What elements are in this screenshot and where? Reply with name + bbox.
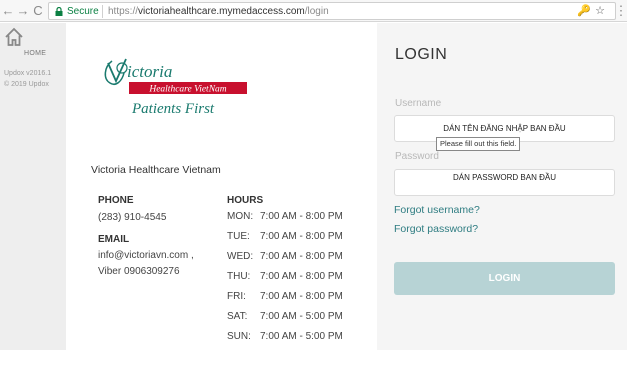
hours-time: 7:00 AM - 8:00 PM [260, 291, 343, 302]
copyright-text: © 2019 Updox [4, 81, 49, 88]
browser-toolbar: ← → C Secure https://victoriahealthcare.… [0, 0, 627, 22]
hours-time: 7:00 AM - 5:00 PM [260, 311, 343, 322]
phone-number: (283) 910-4545 [98, 212, 167, 223]
url-path: /login [304, 6, 329, 17]
password-input[interactable]: DÁN PASSWORD BAN ĐẦU [394, 169, 615, 196]
hours-day: SAT: [227, 311, 248, 322]
key-icon[interactable]: 🔑 [577, 5, 595, 17]
hours-day: WED: [227, 251, 254, 262]
hours-day: MON: [227, 211, 254, 222]
login-title: LOGIN [395, 46, 448, 63]
home-label[interactable]: HOME [24, 50, 46, 57]
forgot-password-link[interactable]: Forgot password? [394, 223, 478, 235]
secure-label: Secure [67, 6, 99, 17]
org-name: Victoria Healthcare Vietnam [91, 164, 221, 176]
reload-button[interactable]: C [31, 3, 45, 19]
login-button[interactable]: LOGIN [394, 262, 615, 295]
address-bar[interactable]: Secure https://victoriahealthcare.mymeda… [48, 2, 616, 20]
password-value: DÁN PASSWORD BAN ĐẦU [453, 173, 556, 182]
logo-word: ictoria [127, 62, 172, 81]
logo-band-text: Healthcare VietNam [148, 85, 226, 95]
back-button[interactable]: ← [1, 3, 15, 19]
phone-heading: PHONE [98, 195, 134, 206]
email-heading: EMAIL [98, 234, 130, 245]
hours-heading: HOURS [227, 195, 264, 206]
lock-icon [55, 7, 63, 16]
url-scheme: https:// [108, 6, 139, 17]
home-icon[interactable] [4, 27, 24, 47]
hours-time: 7:00 AM - 8:00 PM [260, 231, 343, 242]
version-text: Updox v2016.1 [4, 70, 52, 77]
viber-line: Viber 0906309276 [98, 266, 180, 277]
hours-day: FRI: [227, 291, 246, 302]
hours-time: 7:00 AM - 8:00 PM [260, 211, 343, 222]
validation-tooltip: Please fill out this field. [436, 137, 521, 151]
hours-day: TUE: [227, 231, 250, 242]
hours-day: THU: [227, 271, 251, 282]
sidebar: HOME Updox v2016.1 © 2019 Updox [0, 23, 66, 350]
url-text[interactable]: https://victoriahealthcare.mymedaccess.c… [108, 5, 329, 18]
forward-button[interactable]: → [16, 3, 30, 19]
address-divider [102, 5, 103, 18]
address-actions: 🔑☆ [577, 4, 609, 17]
forgot-username-link[interactable]: Forgot username? [394, 204, 480, 216]
password-label: Password [395, 151, 439, 162]
clinic-info: ictoria Healthcare VietNam Patients Firs… [66, 23, 377, 350]
hours-time: 7:00 AM - 5:00 PM [260, 331, 343, 342]
url-host: victoriahealthcare.mymedaccess.com [138, 6, 305, 17]
hours-time: 7:00 AM - 8:00 PM [260, 251, 343, 262]
menu-icon[interactable]: ⋮ [614, 3, 627, 19]
victoria-logo: ictoria Healthcare VietNam Patients Firs… [104, 58, 247, 117]
hours-time: 7:00 AM - 8:00 PM [260, 271, 343, 282]
email-line: info@victoriavn.com , [98, 250, 194, 261]
username-value: DÁN TÊN ĐĂNG NHẬP BAN ĐẦU [443, 124, 566, 133]
hours-day: SUN: [227, 331, 251, 342]
login-panel: LOGIN Username DÁN TÊN ĐĂNG NHẬP BAN ĐẦU… [377, 23, 627, 350]
bookmark-star-icon[interactable]: ☆ [595, 5, 609, 17]
username-label: Username [395, 98, 442, 109]
logo-tagline: Patients First [131, 101, 215, 117]
